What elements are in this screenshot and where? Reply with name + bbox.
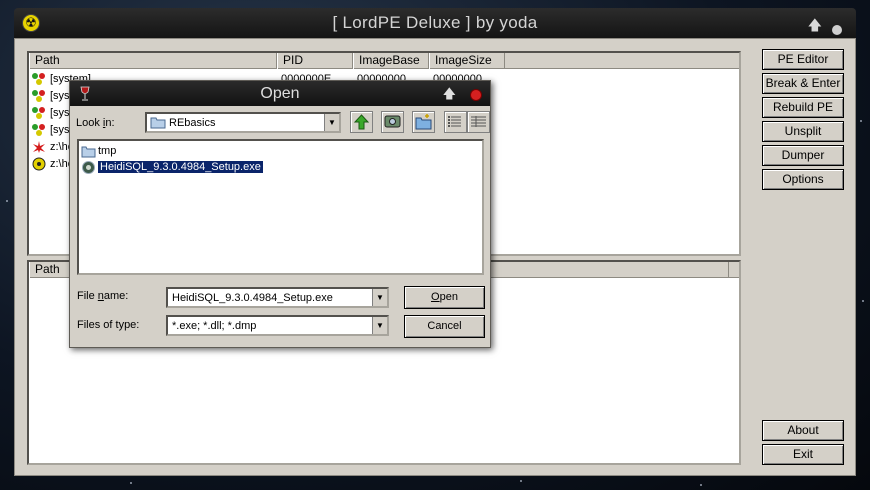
file-list-item-selected[interactable]: HeidiSQL_9.3.0.4984_Setup.exe [81,159,264,175]
star [130,482,132,484]
folder-icon [81,146,96,158]
folder-icon [150,117,166,129]
wine-process-icon [33,141,45,154]
pe-editor-button[interactable]: PE Editor [762,49,844,70]
main-title-bar: ☢ [ LordPE Deluxe ] by yoda 🡅 [14,8,856,38]
exit-button[interactable]: Exit [762,444,844,465]
break-and-enter-button[interactable]: Break & Enter [762,73,844,94]
system-process-icon [32,124,45,137]
column-header-imagebase[interactable]: ImageBase [353,53,429,69]
look-in-label: Look in: [76,117,115,129]
star [860,120,862,122]
open-dialog-title-bar: Open 🡅 [70,81,490,106]
main-window-title: [ LordPE Deluxe ] by yoda [332,13,538,32]
look-in-combo[interactable]: REbasics ▼ [145,112,341,133]
unsplit-button[interactable]: Unsplit [762,121,844,142]
column-header-path[interactable]: Path [29,53,277,69]
details-view-icon [471,116,486,127]
process-row[interactable]: z:\ho [31,139,74,156]
look-in-value: REbasics [169,117,216,129]
heidisql-icon [82,160,95,174]
desktop-button[interactable] [381,111,404,133]
system-process-icon [32,73,45,86]
close-dot-icon[interactable] [832,25,842,35]
star [6,200,8,202]
process-row[interactable]: z:\ho [31,156,74,173]
about-button[interactable]: About [762,420,844,441]
process-row[interactable]: [syst [31,105,73,122]
file-name-label: File name: [77,290,129,302]
chevron-down-icon[interactable]: ▼ [324,114,339,131]
dialog-maximize-up-icon[interactable]: 🡅 [443,85,456,107]
list-view-button[interactable] [444,111,467,133]
new-folder-button[interactable] [412,111,435,133]
dialog-close-icon[interactable] [471,90,481,100]
file-list-item[interactable]: tmp [81,143,116,159]
process-row[interactable]: [syst [31,122,73,139]
process-list-header: Path PID ImageBase ImageSize [29,53,739,69]
system-process-icon [32,107,45,120]
open-dialog-title: Open [260,85,300,102]
chevron-down-icon[interactable]: ▼ [372,289,387,306]
file-name-input[interactable]: HeidiSQL_9.3.0.4984_Setup.exe [172,290,333,306]
up-folder-button[interactable] [350,111,373,133]
up-folder-icon [353,114,370,130]
system-process-icon [32,90,45,103]
maximize-up-icon[interactable]: 🡅 [808,15,822,39]
dumper-server-button[interactable]: Dumper Server [762,145,844,181]
options-button[interactable]: Options [762,169,844,190]
rebuild-pe-button[interactable]: Rebuild PE [762,97,844,118]
column-header-imagesize[interactable]: ImageSize [429,53,505,69]
list-view-icon [448,116,461,127]
chevron-down-icon[interactable]: ▼ [372,317,387,334]
star [520,480,522,482]
files-of-type-value: *.exe; *.dll; *.dmp [172,320,257,332]
column-header-pid[interactable]: PID [277,53,353,69]
files-of-type-combo[interactable]: *.exe; *.dll; *.dmp ▼ [166,315,389,336]
details-view-button[interactable] [467,111,490,133]
files-of-type-label: Files of type: [77,319,140,331]
star [700,484,702,486]
file-name: HeidiSQL_9.3.0.4984_Setup.exe [97,160,264,174]
new-folder-icon [415,114,432,130]
open-file-dialog: Open 🡅 Look in: REbasics ▼ tmp HeidiSQL_… [69,80,491,348]
lordpe-process-icon [32,157,46,171]
open-button[interactable]: Open [404,286,485,309]
file-list[interactable]: tmp HeidiSQL_9.3.0.4984_Setup.exe [77,139,484,275]
desktop-icon [384,115,401,128]
star [862,300,864,302]
file-name-combo[interactable]: HeidiSQL_9.3.0.4984_Setup.exe ▼ [166,287,389,308]
cancel-button[interactable]: Cancel [404,315,485,338]
process-row[interactable]: [syst [31,88,73,105]
file-name: tmp [98,145,117,157]
